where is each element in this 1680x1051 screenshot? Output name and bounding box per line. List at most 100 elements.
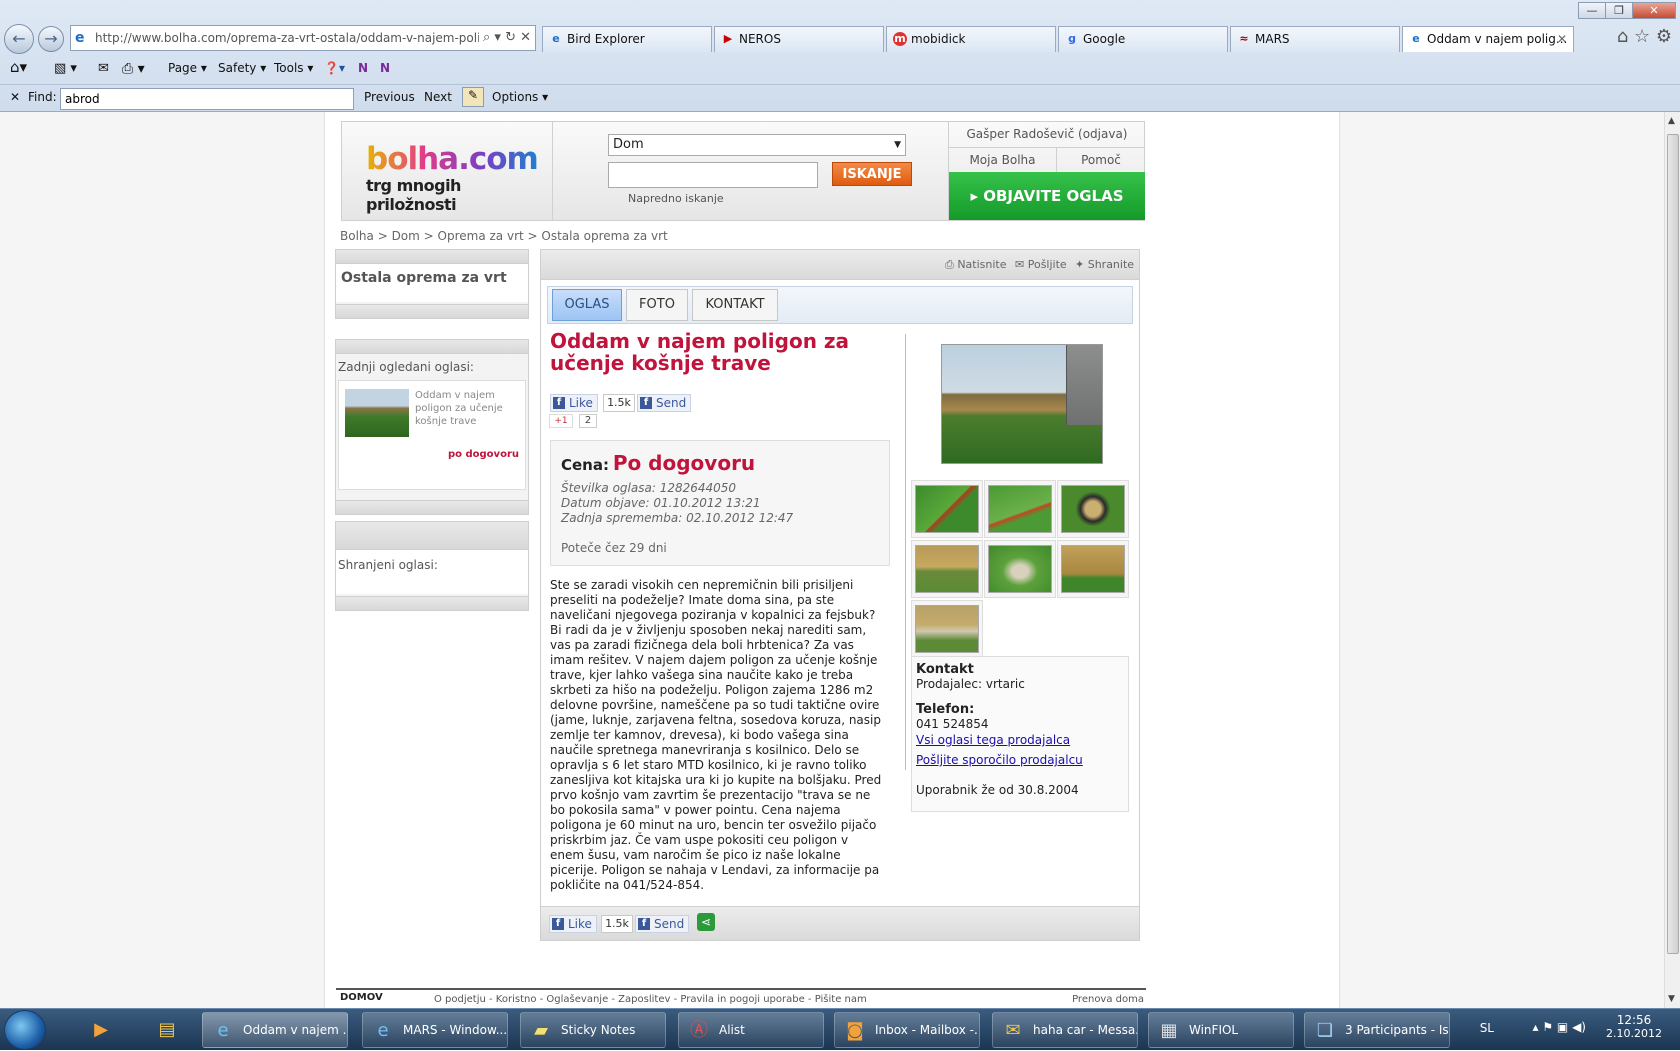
facebook-send-button-bottom[interactable]: f Send xyxy=(635,915,690,933)
photo-thumbnail-7[interactable] xyxy=(915,605,979,653)
tab-mars[interactable]: ≈ MARS xyxy=(1230,26,1400,52)
message-seller-link[interactable]: Pošljite sporočilo prodajalcu xyxy=(916,753,1083,767)
feeds-icon[interactable]: ▧ ▾ xyxy=(54,61,77,76)
taskbar-item-alist[interactable]: Ⓐ Alist xyxy=(678,1012,824,1048)
close-window-button[interactable]: ✕ xyxy=(1632,2,1676,19)
close-tab-icon[interactable]: ✕ xyxy=(1557,27,1567,51)
advanced-search-link[interactable]: Napredno iskanje xyxy=(628,192,724,205)
tab-active-bolha[interactable]: e Oddam v najem polig... ✕ xyxy=(1402,26,1574,52)
taskbar-item-sticky-notes[interactable]: ▰ Sticky Notes xyxy=(520,1012,666,1048)
scroll-thumb[interactable] xyxy=(1667,134,1679,954)
tab-google[interactable]: g Google xyxy=(1058,26,1228,52)
tab-neros[interactable]: ▶ NEROS xyxy=(714,26,884,52)
taskbar-item-mars[interactable]: e MARS - Window... xyxy=(362,1012,508,1048)
search-button[interactable]: ISKANJE xyxy=(832,162,912,186)
my-bolha-link[interactable]: Moja Bolha xyxy=(949,148,1057,172)
find-previous-button[interactable]: Previous xyxy=(364,90,415,104)
forward-button[interactable]: → xyxy=(38,26,64,52)
breadcrumb-bolha[interactable]: Bolha xyxy=(340,229,374,243)
recent-item[interactable]: Oddam v najem poligon za učenje košnje t… xyxy=(338,380,526,490)
post-ad-button[interactable]: ▸ OBJAVITE OGLAS xyxy=(949,172,1145,220)
media-player-icon[interactable]: ▶ xyxy=(74,1013,128,1047)
minimize-button[interactable]: — xyxy=(1578,2,1606,19)
ie-page-icon: e xyxy=(1412,32,1420,45)
tab-foto[interactable]: FOTO xyxy=(626,289,688,321)
find-options-menu[interactable]: Options ▾ xyxy=(492,90,548,104)
explorer-folder-icon[interactable]: ▤ xyxy=(140,1013,194,1047)
photo-thumbnail-5[interactable] xyxy=(988,545,1052,593)
mail-icon[interactable]: ✉ xyxy=(98,61,109,76)
share-icon[interactable]: ⋖ xyxy=(697,913,715,931)
home-icon[interactable]: ⌂▾ xyxy=(10,58,27,76)
seller-all-ads-link[interactable]: Vsi oglasi tega prodajalca xyxy=(916,733,1070,747)
breadcrumb-dom[interactable]: Dom xyxy=(392,229,420,243)
recent-item-title[interactable]: Oddam v najem poligon za učenje košnje t… xyxy=(415,389,511,428)
home-icon[interactable]: ⌂ xyxy=(1617,26,1628,47)
tray-icons[interactable]: ▴ ⚑ ▣ ◀) xyxy=(1533,1020,1586,1034)
print-icon[interactable]: ⎙ ▾ xyxy=(122,61,145,77)
vertical-scrollbar[interactable]: ▲ ▼ xyxy=(1664,112,1680,1008)
send-action[interactable]: ✉ Pošljite xyxy=(1015,258,1067,271)
tools-menu[interactable]: Tools ▾ xyxy=(274,61,313,75)
taskbar-item-participants[interactable]: ❏ 3 Participants - Is... xyxy=(1304,1012,1450,1048)
gear-icon[interactable]: ⚙ xyxy=(1656,26,1672,47)
ad-expires: Poteče čez 29 dni xyxy=(561,541,667,555)
google-plus-button[interactable]: +1 xyxy=(549,414,573,428)
ad-modified: Zadnja sprememba: 02.10.2012 12:47 xyxy=(561,511,794,525)
close-find-icon[interactable]: ✕ xyxy=(10,90,20,104)
footer-right-link[interactable]: Prenova doma xyxy=(1072,994,1144,1005)
clock[interactable]: 12:56 2.10.2012 xyxy=(1606,1013,1662,1040)
help-link[interactable]: Pomoč xyxy=(1057,148,1145,172)
photo-thumbnail-2[interactable] xyxy=(988,485,1052,533)
footer-home-link[interactable]: DOMOV xyxy=(340,992,383,1003)
find-input[interactable] xyxy=(60,88,354,110)
find-next-button[interactable]: Next xyxy=(424,90,452,104)
maximize-button[interactable]: ❐ xyxy=(1605,2,1633,19)
address-bar[interactable]: e http://www.bolha.com/oprema-za-vrt-ost… xyxy=(70,25,536,51)
sidebar-saved-box: Shranjeni oglasi: xyxy=(335,521,529,611)
photo-thumbnail-6[interactable] xyxy=(1061,545,1125,593)
breadcrumb-oprema[interactable]: Oprema za vrt xyxy=(438,229,524,243)
taskbar-item-bolha[interactable]: e Oddam v najem ... xyxy=(202,1012,348,1048)
category-select[interactable]: Dom ▼ xyxy=(608,134,906,156)
language-indicator[interactable]: SL xyxy=(1480,1021,1494,1035)
onenote-icon[interactable]: N xyxy=(358,61,368,75)
taskbar-item-winfiol[interactable]: ▦ WinFIOL xyxy=(1148,1012,1294,1048)
tab-oglas[interactable]: OGLAS xyxy=(552,289,622,321)
facebook-like-button-bottom[interactable]: f Like xyxy=(549,915,597,933)
bolha-logo[interactable]: bolha.com trg mnogih priložnosti xyxy=(366,142,539,214)
highlight-icon[interactable]: ✎ xyxy=(462,87,484,107)
print-action[interactable]: ⎙ Natisnite xyxy=(945,258,1007,272)
command-bar: ⌂▾ ▧ ▾ ✉ ⎙ ▾ Page ▾ Safety ▾ Tools ▾ ❓▾ … xyxy=(0,56,1680,84)
tab-kontakt[interactable]: KONTAKT xyxy=(692,289,778,321)
winfiol-icon: ▦ xyxy=(1160,1020,1178,1041)
photo-thumbnail-4[interactable] xyxy=(915,545,979,593)
taskbar-item-messenger[interactable]: ✉ haha car - Messa... xyxy=(992,1012,1138,1048)
scroll-down-icon[interactable]: ▼ xyxy=(1668,994,1675,1004)
user-logout-link[interactable]: Gašper Radoševič (odjava) xyxy=(949,122,1145,148)
page-menu[interactable]: Page ▾ xyxy=(168,61,207,75)
main-photo[interactable] xyxy=(941,344,1103,464)
breadcrumb-ostala[interactable]: Ostala oprema za vrt xyxy=(541,229,667,243)
start-button[interactable] xyxy=(4,1010,46,1050)
facebook-send-button[interactable]: f Send xyxy=(637,394,692,412)
like-count: 1.5k xyxy=(603,394,635,412)
address-actions-icon[interactable]: ⌕ ▾ ↻ ✕ xyxy=(479,26,531,50)
back-button[interactable]: ← xyxy=(4,24,34,54)
save-action[interactable]: ✦ Shranite xyxy=(1075,258,1134,271)
photo-thumbnail-1[interactable] xyxy=(915,485,979,533)
tab-bird-explorer[interactable]: e Bird Explorer xyxy=(542,26,712,52)
taskbar-item-inbox[interactable]: ◙ Inbox - Mailbox -... xyxy=(834,1012,980,1048)
scroll-up-icon[interactable]: ▲ xyxy=(1668,116,1675,126)
help-icon[interactable]: ❓▾ xyxy=(324,61,345,75)
search-input[interactable] xyxy=(608,162,818,188)
tab-mobidick[interactable]: m mobidick xyxy=(886,26,1056,52)
safety-menu[interactable]: Safety ▾ xyxy=(218,61,266,75)
recent-item-thumbnail[interactable] xyxy=(345,389,409,437)
onenote-linked-icon[interactable]: N xyxy=(380,61,390,75)
sidebar-category-title[interactable]: Ostala oprema za vrt xyxy=(336,264,528,302)
footer-links[interactable]: O podjetju - Koristno - Oglaševanje - Za… xyxy=(434,994,867,1005)
favorites-star-icon[interactable]: ☆ xyxy=(1634,26,1650,47)
facebook-like-button[interactable]: f Like xyxy=(550,394,598,412)
photo-thumbnail-3[interactable] xyxy=(1061,485,1125,533)
